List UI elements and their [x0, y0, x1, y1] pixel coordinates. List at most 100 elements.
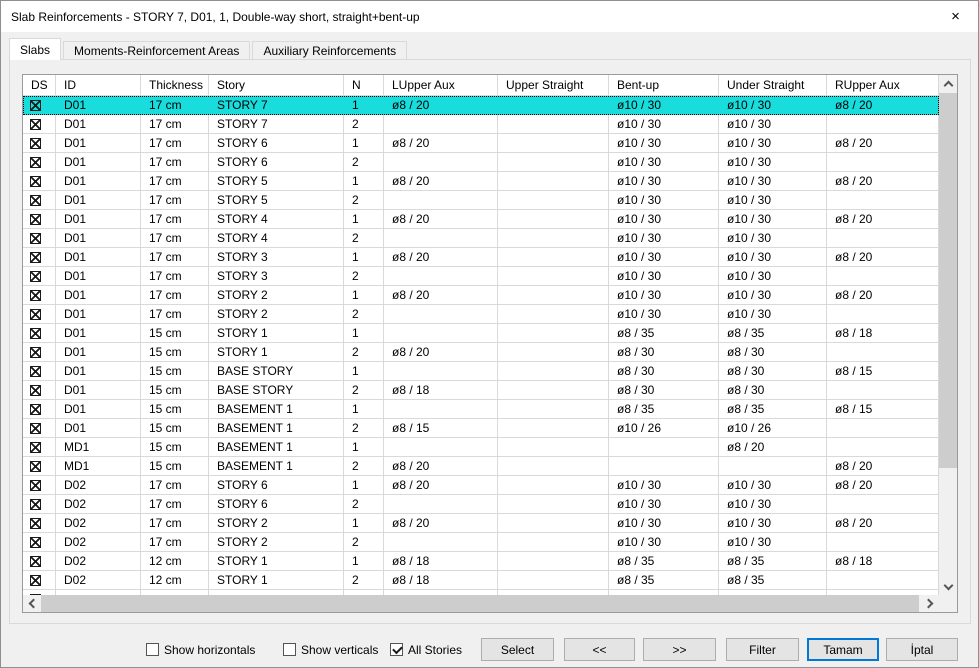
cell-n: 2	[344, 115, 384, 134]
ds-checkbox-x-icon[interactable]	[30, 385, 41, 396]
ds-checkbox-x-icon[interactable]	[30, 347, 41, 358]
column-header-thickness[interactable]: Thickness	[141, 75, 209, 96]
vertical-scrollbar[interactable]	[939, 75, 957, 595]
ds-checkbox-x-icon[interactable]	[30, 480, 41, 491]
scroll-down-button[interactable]	[939, 578, 957, 595]
checkbox-unchecked-icon[interactable]	[283, 643, 296, 656]
table-row[interactable]: D0117 cmSTORY 32ø10 / 30ø10 / 30	[23, 267, 939, 286]
table-row[interactable]: D0117 cmSTORY 51ø8 / 20ø10 / 30ø10 / 30ø…	[23, 172, 939, 191]
scroll-up-button[interactable]	[939, 75, 957, 92]
tab-slabs[interactable]: Slabs	[9, 38, 61, 60]
cell-rupper	[827, 305, 939, 324]
ds-checkbox-x-icon[interactable]	[30, 499, 41, 510]
column-header-upper[interactable]: Upper Straight	[498, 75, 609, 96]
ds-checkbox-x-icon[interactable]	[30, 271, 41, 282]
ds-checkbox-x-icon[interactable]	[30, 176, 41, 187]
table-row[interactable]: MD115 cmBASEMENT 12ø8 / 20ø8 / 20	[23, 457, 939, 476]
ds-checkbox-x-icon[interactable]	[30, 233, 41, 244]
cell-ds	[23, 267, 56, 286]
column-header-under[interactable]: Under Straight	[719, 75, 827, 96]
ds-checkbox-x-icon[interactable]	[30, 461, 41, 472]
ds-checkbox-x-icon[interactable]	[30, 556, 41, 567]
column-header-ds[interactable]: DS	[23, 75, 56, 96]
table-row[interactable]: D0117 cmSTORY 22ø10 / 30ø10 / 30	[23, 305, 939, 324]
close-icon[interactable]: ×	[933, 1, 978, 32]
ds-checkbox-x-icon[interactable]	[30, 537, 41, 548]
scroll-left-button[interactable]	[23, 595, 41, 612]
select-button[interactable]: Select	[481, 638, 554, 661]
ds-checkbox-x-icon[interactable]	[30, 518, 41, 529]
table-row[interactable]: D0212 cmSTORY 11ø8 / 18ø8 / 35ø8 / 35ø8 …	[23, 552, 939, 571]
ds-checkbox-x-icon[interactable]	[30, 138, 41, 149]
column-header-n[interactable]: N	[344, 75, 384, 96]
ds-checkbox-x-icon[interactable]	[30, 366, 41, 377]
ds-checkbox-x-icon[interactable]	[30, 195, 41, 206]
filter-button[interactable]: Filter	[726, 638, 799, 661]
column-header-lupper[interactable]: LUpper Aux	[384, 75, 498, 96]
cell-id: D01	[56, 229, 141, 248]
table-row[interactable]: D0117 cmSTORY 42ø10 / 30ø10 / 30	[23, 229, 939, 248]
table-row[interactable]: D0217 cmSTORY 22ø10 / 30ø10 / 30	[23, 533, 939, 552]
table-row[interactable]: D0115 cmBASE STORY2ø8 / 18ø8 / 30ø8 / 30	[23, 381, 939, 400]
column-header-bentup[interactable]: Bent-up	[609, 75, 719, 96]
cell-bentup: ø10 / 30	[609, 267, 719, 286]
column-header-id[interactable]: ID	[56, 75, 141, 96]
table-row[interactable]: D0217 cmSTORY 62ø10 / 30ø10 / 30	[23, 495, 939, 514]
table-row[interactable]: D0117 cmSTORY 72ø10 / 30ø10 / 30	[23, 115, 939, 134]
ds-checkbox-x-icon[interactable]	[30, 214, 41, 225]
cell-under: ø8 / 35	[719, 571, 827, 590]
horizontal-scrollbar[interactable]	[23, 595, 939, 612]
column-header-rupper[interactable]: RUpper Aux	[827, 75, 939, 96]
ds-checkbox-x-icon[interactable]	[30, 309, 41, 320]
ds-checkbox-x-icon[interactable]	[30, 100, 41, 111]
checkbox-label: Show verticals	[301, 643, 378, 657]
tamam-button[interactable]: Tamam	[807, 638, 879, 661]
table-row[interactable]: MD115 cmBASEMENT 11ø8 / 20	[23, 438, 939, 457]
cell-thickness: 17 cm	[141, 210, 209, 229]
ds-checkbox-x-icon[interactable]	[30, 119, 41, 130]
table-row[interactable]: D0117 cmSTORY 61ø8 / 20ø10 / 30ø10 / 30ø…	[23, 134, 939, 153]
checkbox-show-verticals[interactable]: Show verticals	[283, 642, 378, 657]
table-row[interactable]: D0212 cmSTORY 12ø8 / 18ø8 / 35ø8 / 35	[23, 571, 939, 590]
cell-ds	[23, 362, 56, 381]
previous-button[interactable]: <<	[564, 638, 635, 661]
table-row[interactable]: D0117 cmSTORY 21ø8 / 20ø10 / 30ø10 / 30ø…	[23, 286, 939, 305]
tab-moments-reinforcement-areas[interactable]: Moments-Reinforcement Areas	[63, 41, 250, 60]
vertical-scrollbar-thumb[interactable]	[939, 93, 957, 468]
cell-bentup: ø10 / 30	[609, 96, 719, 115]
scroll-right-button[interactable]	[921, 595, 939, 612]
ds-checkbox-x-icon[interactable]	[30, 290, 41, 301]
cell-n: 1	[344, 286, 384, 305]
checkbox-show-horizontals[interactable]: Show horizontals	[146, 642, 255, 657]
ds-checkbox-x-icon[interactable]	[30, 404, 41, 415]
next-button[interactable]: >>	[643, 638, 716, 661]
ds-checkbox-x-icon[interactable]	[30, 442, 41, 453]
checkbox-unchecked-icon[interactable]	[146, 643, 159, 656]
column-header-story[interactable]: Story	[209, 75, 344, 96]
cell-rupper: ø8 / 20	[827, 286, 939, 305]
ds-checkbox-x-icon[interactable]	[30, 328, 41, 339]
table-row[interactable]: D0117 cmSTORY 71ø8 / 20ø10 / 30ø10 / 30ø…	[23, 96, 939, 115]
chevron-left-icon	[29, 599, 39, 609]
ds-checkbox-x-icon[interactable]	[30, 157, 41, 168]
ds-checkbox-x-icon[interactable]	[30, 252, 41, 263]
table-row[interactable]: D0117 cmSTORY 62ø10 / 30ø10 / 30	[23, 153, 939, 172]
i-ptal-button[interactable]: İptal	[886, 638, 958, 661]
ds-checkbox-x-icon[interactable]	[30, 423, 41, 434]
table-row[interactable]: D0115 cmBASEMENT 11ø8 / 35ø8 / 35ø8 / 15	[23, 400, 939, 419]
tab-auxiliary-reinforcements[interactable]: Auxiliary Reinforcements	[252, 41, 407, 60]
table-row[interactable]: D0115 cmSTORY 11ø8 / 35ø8 / 35ø8 / 18	[23, 324, 939, 343]
table-row[interactable]: D0217 cmSTORY 21ø8 / 20ø10 / 30ø10 / 30ø…	[23, 514, 939, 533]
table-row[interactable]: D0117 cmSTORY 52ø10 / 30ø10 / 30	[23, 191, 939, 210]
horizontal-scrollbar-thumb[interactable]	[41, 595, 919, 612]
table-row[interactable]: D0115 cmSTORY 12ø8 / 20ø8 / 30ø8 / 30	[23, 343, 939, 362]
table-row[interactable]: D0117 cmSTORY 41ø8 / 20ø10 / 30ø10 / 30ø…	[23, 210, 939, 229]
cell-upper	[498, 514, 609, 533]
table-row[interactable]: D0115 cmBASE STORY1ø8 / 30ø8 / 30ø8 / 15	[23, 362, 939, 381]
table-row[interactable]: D0217 cmSTORY 61ø8 / 20ø10 / 30ø10 / 30ø…	[23, 476, 939, 495]
ds-checkbox-x-icon[interactable]	[30, 575, 41, 586]
table-row[interactable]: D0117 cmSTORY 31ø8 / 20ø10 / 30ø10 / 30ø…	[23, 248, 939, 267]
checkbox-checked-icon[interactable]	[390, 643, 403, 656]
table-row[interactable]: D0115 cmBASEMENT 12ø8 / 15ø10 / 26ø10 / …	[23, 419, 939, 438]
checkbox-all-stories[interactable]: All Stories	[390, 642, 462, 657]
